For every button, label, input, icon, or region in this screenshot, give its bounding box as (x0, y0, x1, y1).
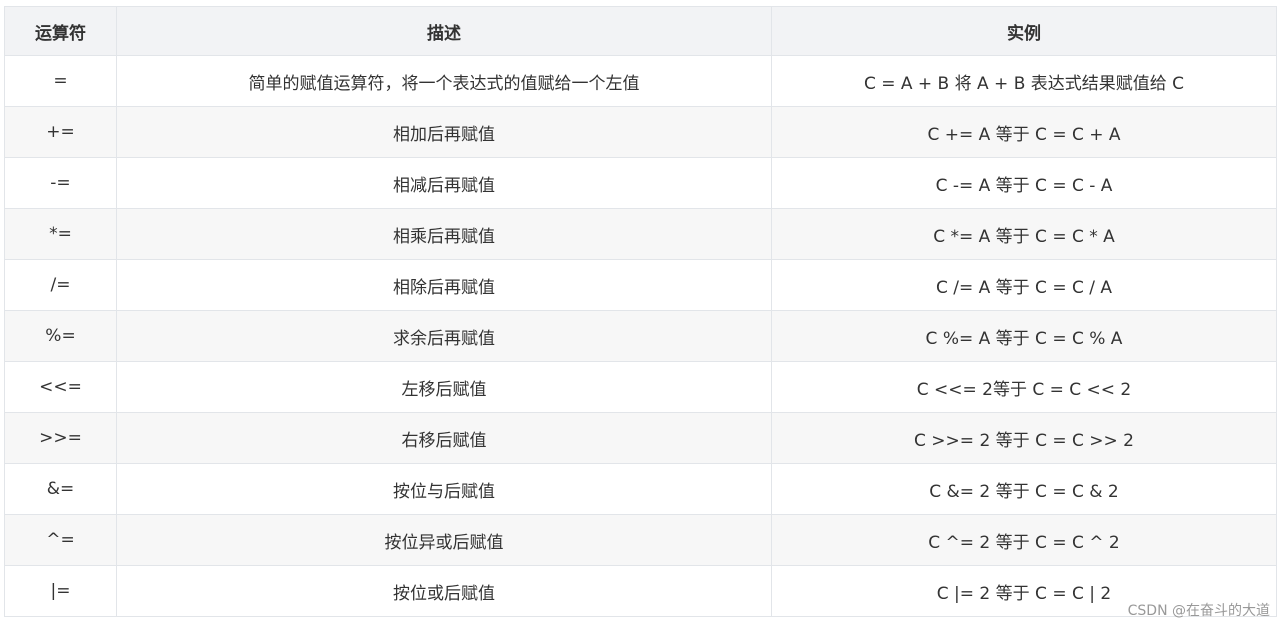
example-cell: C <<= 2等于 C = C << 2 (771, 361, 1277, 413)
operator-cell: += (4, 106, 117, 158)
header-example: 实例 (771, 6, 1277, 56)
example-cell: C -= A 等于 C = C - A (771, 157, 1277, 209)
csdn-watermark: CSDN @在奋斗的大道 (1127, 603, 1270, 619)
operator-cell: <<= (4, 361, 117, 413)
example-cell: C ^= 2 等于 C = C ^ 2 (771, 514, 1277, 566)
description-cell: 简单的赋值运算符，将一个表达式的值赋给一个左值 (116, 55, 772, 107)
table-row: += 相加后再赋值 C += A 等于 C = C + A (4, 106, 1277, 158)
description-cell: 相除后再赋值 (116, 259, 772, 311)
example-cell: C /= A 等于 C = C / A (771, 259, 1277, 311)
description-cell: 右移后赋值 (116, 412, 772, 464)
operator-cell: |= (4, 565, 117, 617)
table-row: *= 相乘后再赋值 C *= A 等于 C = C * A (4, 208, 1277, 260)
header-operator: 运算符 (4, 6, 117, 56)
operator-table: 运算符 描述 实例 = 简单的赋值运算符，将一个表达式的值赋给一个左值 C = … (4, 6, 1277, 617)
table-row: /= 相除后再赋值 C /= A 等于 C = C / A (4, 259, 1277, 311)
example-cell: C *= A 等于 C = C * A (771, 208, 1277, 260)
description-cell: 按位或后赋值 (116, 565, 772, 617)
description-cell: 相减后再赋值 (116, 157, 772, 209)
description-cell: 按位与后赋值 (116, 463, 772, 515)
example-cell: C += A 等于 C = C + A (771, 106, 1277, 158)
table-row: <<= 左移后赋值 C <<= 2等于 C = C << 2 (4, 361, 1277, 413)
operator-cell: &= (4, 463, 117, 515)
table-row: >>= 右移后赋值 C >>= 2 等于 C = C >> 2 (4, 412, 1277, 464)
operator-cell: ^= (4, 514, 117, 566)
page: 运算符 描述 实例 = 简单的赋值运算符，将一个表达式的值赋给一个左值 C = … (0, 0, 1280, 626)
table-row: %= 求余后再赋值 C %= A 等于 C = C % A (4, 310, 1277, 362)
table-row: -= 相减后再赋值 C -= A 等于 C = C - A (4, 157, 1277, 209)
example-cell: C &= 2 等于 C = C & 2 (771, 463, 1277, 515)
operator-cell: = (4, 55, 117, 107)
table-row: = 简单的赋值运算符，将一个表达式的值赋给一个左值 C = A + B 将 A … (4, 55, 1277, 107)
operator-cell: *= (4, 208, 117, 260)
description-cell: 相加后再赋值 (116, 106, 772, 158)
header-description: 描述 (116, 6, 772, 56)
description-cell: 左移后赋值 (116, 361, 772, 413)
table-row: &= 按位与后赋值 C &= 2 等于 C = C & 2 (4, 463, 1277, 515)
example-cell: C = A + B 将 A + B 表达式结果赋值给 C (771, 55, 1277, 107)
description-cell: 按位异或后赋值 (116, 514, 772, 566)
example-cell: C %= A 等于 C = C % A (771, 310, 1277, 362)
description-cell: 求余后再赋值 (116, 310, 772, 362)
table-header-row: 运算符 描述 实例 (4, 6, 1277, 56)
operator-cell: /= (4, 259, 117, 311)
example-cell: C >>= 2 等于 C = C >> 2 (771, 412, 1277, 464)
operator-cell: >>= (4, 412, 117, 464)
operator-cell: -= (4, 157, 117, 209)
operator-cell: %= (4, 310, 117, 362)
description-cell: 相乘后再赋值 (116, 208, 772, 260)
table-row: ^= 按位异或后赋值 C ^= 2 等于 C = C ^ 2 (4, 514, 1277, 566)
table-row: |= 按位或后赋值 C |= 2 等于 C = C | 2 (4, 565, 1277, 617)
